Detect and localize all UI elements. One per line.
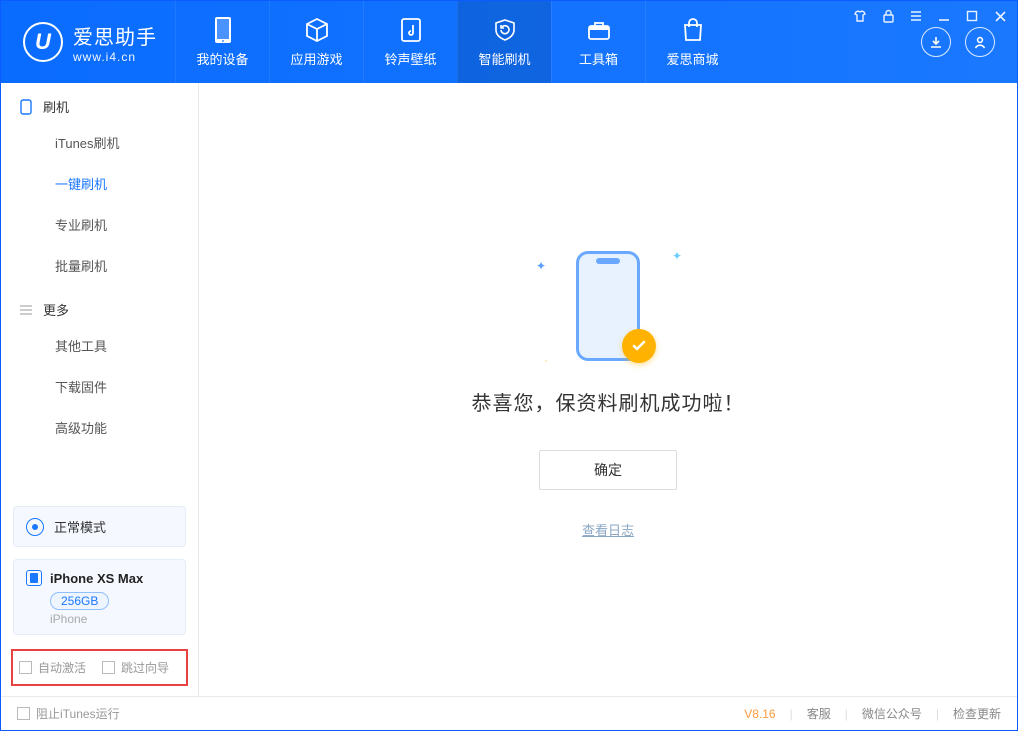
success-message: 恭喜您，保资料刷机成功啦！ (472, 387, 745, 416)
checkbox-skip-guide[interactable]: 跳过向导 (102, 659, 169, 676)
support-link[interactable]: 客服 (807, 705, 831, 722)
footer-right: V8.16 | 客服 | 微信公众号 | 检查更新 (744, 705, 1001, 722)
logo[interactable]: U 爱思助手 www.i4.cn (1, 1, 175, 83)
ok-button[interactable]: 确定 (539, 450, 677, 490)
bag-icon (680, 17, 706, 43)
main-content: ✦ ✦ · 恭喜您，保资料刷机成功啦！ 确定 查看日志 (199, 83, 1017, 696)
mode-indicator-icon (26, 518, 44, 536)
minimize-icon[interactable] (935, 7, 953, 25)
wechat-link[interactable]: 微信公众号 (862, 705, 922, 722)
sidebar-item-pro-flash[interactable]: 专业刷机 (1, 204, 198, 245)
app-url: www.i4.cn (73, 50, 157, 64)
sidebar-item-other-tools[interactable]: 其他工具 (1, 325, 198, 366)
phone-icon (210, 17, 236, 43)
close-icon[interactable] (991, 7, 1009, 25)
maximize-icon[interactable] (963, 7, 981, 25)
header: U 爱思助手 www.i4.cn 我的设备 应用游戏 铃声壁纸 智能刷机 (1, 1, 1017, 83)
shirt-icon[interactable] (851, 7, 869, 25)
success-illustration: ✦ ✦ · (518, 241, 698, 371)
success-check-icon (622, 329, 656, 363)
tab-my-device[interactable]: 我的设备 (175, 1, 269, 83)
sparkle-icon: ✦ (672, 249, 682, 263)
logo-icon: U (23, 22, 63, 62)
device-name-row: iPhone XS Max (26, 570, 173, 586)
download-icon[interactable] (921, 27, 951, 57)
checkbox-stop-itunes[interactable]: 阻止iTunes运行 (17, 705, 120, 722)
menu-icon[interactable] (907, 7, 925, 25)
cube-icon (304, 17, 330, 43)
body: 刷机 iTunes刷机 一键刷机 专业刷机 批量刷机 更多 其他工具 下载固件 … (1, 83, 1017, 696)
flash-options-highlight: 自动激活 跳过向导 (11, 649, 188, 686)
user-icon[interactable] (965, 27, 995, 57)
sidebar-group-flash: 刷机 (1, 83, 198, 122)
sidebar-item-download-firmware[interactable]: 下载固件 (1, 366, 198, 407)
sparkle-icon: · (544, 353, 548, 367)
window-controls (851, 7, 1009, 25)
check-update-link[interactable]: 检查更新 (953, 705, 1001, 722)
device-card[interactable]: iPhone XS Max 256GB iPhone (13, 559, 186, 635)
sidebar-item-itunes-flash[interactable]: iTunes刷机 (1, 122, 198, 163)
sidebar: 刷机 iTunes刷机 一键刷机 专业刷机 批量刷机 更多 其他工具 下载固件 … (1, 83, 199, 696)
tab-store[interactable]: 爱思商城 (645, 1, 739, 83)
tab-smart-flash[interactable]: 智能刷机 (457, 1, 551, 83)
list-icon (19, 303, 33, 317)
device-storage: 256GB (50, 592, 109, 610)
mode-status[interactable]: 正常模式 (13, 506, 186, 547)
checkbox-auto-activate[interactable]: 自动激活 (19, 659, 86, 676)
device-name: iPhone XS Max (50, 571, 143, 586)
footer-left: 阻止iTunes运行 (17, 705, 120, 722)
sidebar-item-advanced[interactable]: 高级功能 (1, 407, 198, 448)
footer: 阻止iTunes运行 V8.16 | 客服 | 微信公众号 | 检查更新 (1, 696, 1017, 730)
device-phone-icon (26, 570, 42, 586)
version-label: V8.16 (744, 707, 775, 721)
tab-ringtones-wallpapers[interactable]: 铃声壁纸 (363, 1, 457, 83)
device-small-icon (19, 100, 33, 114)
sidebar-group-more: 更多 (1, 286, 198, 325)
sidebar-item-batch-flash[interactable]: 批量刷机 (1, 245, 198, 286)
refresh-shield-icon (492, 17, 518, 43)
sidebar-item-one-click-flash[interactable]: 一键刷机 (1, 163, 198, 204)
view-log-link[interactable]: 查看日志 (582, 520, 634, 539)
lock-icon[interactable] (879, 7, 897, 25)
toolbox-icon (586, 17, 612, 43)
tab-apps-games[interactable]: 应用游戏 (269, 1, 363, 83)
tab-toolbox[interactable]: 工具箱 (551, 1, 645, 83)
logo-text: 爱思助手 www.i4.cn (73, 21, 157, 64)
mode-label: 正常模式 (54, 517, 106, 536)
nav-tabs: 我的设备 应用游戏 铃声壁纸 智能刷机 工具箱 爱思商城 (175, 1, 921, 83)
sparkle-icon: ✦ (536, 259, 546, 273)
app-window: U 爱思助手 www.i4.cn 我的设备 应用游戏 铃声壁纸 智能刷机 (0, 0, 1018, 731)
app-name: 爱思助手 (73, 21, 157, 50)
device-type: iPhone (50, 612, 173, 626)
music-file-icon (398, 17, 424, 43)
